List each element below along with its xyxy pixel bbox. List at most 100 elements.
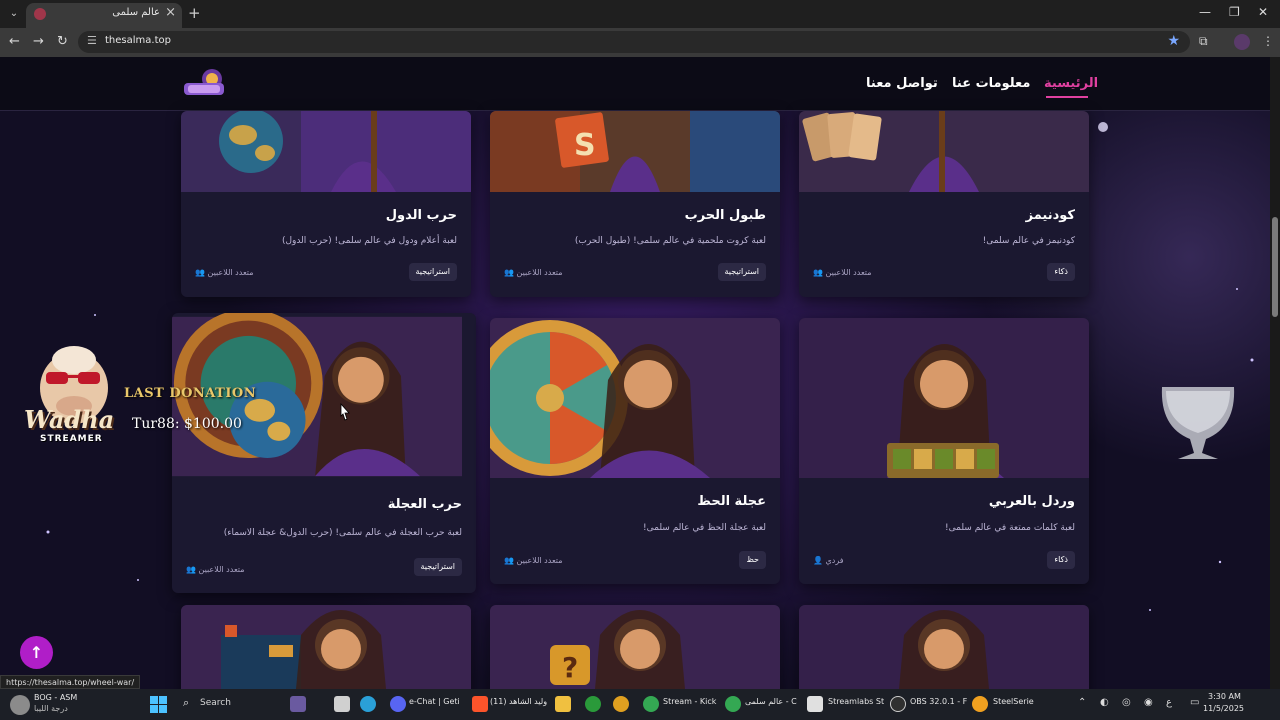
address-bar[interactable]: ☰ thesalma.top ★	[78, 31, 1190, 53]
chrome-icon[interactable]	[643, 696, 659, 712]
nav-home-link[interactable]: الرئيسية	[1044, 76, 1098, 91]
browser-toolbar: ← → ↻ ☰ thesalma.top ★ ⧉ ⋮	[0, 28, 1280, 57]
card-category-badge: حظ	[739, 551, 766, 569]
game-card-wheel-of-fortune[interactable]: عجلة الحظ لعبة عجلة الحظ في عالم سلمى! ح…	[490, 318, 780, 584]
obs-icon[interactable]	[890, 696, 906, 712]
taskbar-date[interactable]: 11/5/2025	[1203, 704, 1244, 713]
game-card-more[interactable]	[799, 605, 1089, 689]
chrome-icon-2[interactable]	[725, 696, 741, 712]
nav-contact-link[interactable]: تواصل معنا	[866, 76, 938, 91]
card-image: ?	[490, 605, 780, 689]
card-image: S	[490, 111, 780, 192]
taskbar-app-obs[interactable]: OBS 32.0.1 - F	[910, 697, 967, 706]
card-players-label: متعدد اللاعبين 👥	[186, 565, 245, 574]
card-title: حرب العجلة	[387, 497, 462, 512]
tray-volume-icon[interactable]: ◐	[1100, 697, 1109, 708]
last-donation-value: Tur88: $100.00	[132, 416, 242, 432]
streamer-logo-text: STREAMER	[40, 434, 103, 444]
site-header: الرئيسية معلومات عنا تواصل معنا	[0, 57, 1270, 111]
telegram-icon[interactable]	[360, 696, 376, 712]
game-card-wheel-war[interactable]: حرب العجلة لعبة حرب العجلة في عالم سلمى!…	[172, 313, 476, 593]
card-image	[799, 605, 1089, 689]
status-bar-url: https://thesalma.top/wheel-war/	[0, 675, 141, 689]
taskbar-app-streamlabs[interactable]: Streamlabs St	[828, 697, 884, 706]
card-title: حرب الدول	[385, 208, 457, 223]
reload-icon[interactable]: ↻	[57, 34, 68, 49]
windows-start-icon[interactable]	[150, 696, 167, 713]
card-description: لعبة حرب العجلة في عالم سلمى! (حرب الدول…	[223, 528, 462, 538]
url-text[interactable]: thesalma.top	[105, 35, 171, 46]
browser-tab-active[interactable]: عالم سلمى ×	[26, 3, 182, 28]
task-view-icon[interactable]	[334, 696, 350, 712]
discord-icon[interactable]	[390, 696, 406, 712]
maximize-icon[interactable]: ❐	[1229, 5, 1240, 19]
page-scrollbar[interactable]	[1270, 57, 1280, 689]
brave-icon[interactable]	[472, 696, 488, 712]
taskbar-time[interactable]: 3:30 AM	[1208, 692, 1241, 701]
forward-icon[interactable]: →	[33, 34, 44, 49]
game-card-question-box[interactable]: ?	[490, 605, 780, 689]
game-card-war-drums[interactable]: S طبول الحرب لعبة كروت ملحمية في عالم سل…	[490, 111, 780, 297]
back-icon[interactable]: ←	[9, 34, 20, 49]
xbox-icon[interactable]	[585, 696, 601, 712]
nav-about-link[interactable]: معلومات عنا	[952, 76, 1030, 91]
minimize-icon[interactable]: —	[1199, 5, 1211, 19]
users-icon: 👥	[813, 268, 823, 277]
game-card-arabic-wordle[interactable]: وردل بالعربي لعبة كلمات ممتعة في عالم سل…	[799, 318, 1089, 584]
arrow-up-icon: ↑	[29, 643, 44, 662]
card-image	[181, 605, 471, 689]
taskbar-search[interactable]: ⌕ Search	[180, 694, 280, 715]
profile-avatar[interactable]	[1234, 34, 1250, 50]
card-title: عجلة الحظ	[697, 494, 766, 509]
window-close-icon[interactable]: ✕	[1258, 5, 1268, 19]
search-label: Search	[200, 698, 231, 708]
new-tab-icon[interactable]: +	[188, 4, 201, 22]
game-card-countries-war[interactable]: حرب الدول لعبة أعلام ودول في عالم سلمى! …	[181, 111, 471, 297]
scrollbar-thumb[interactable]	[1272, 217, 1278, 317]
card-description: لعبة كلمات ممتعة في عالم سلمى!	[945, 523, 1075, 533]
card-title: وردل بالعربي	[988, 494, 1075, 509]
tray-network-icon[interactable]: ▭	[1190, 697, 1199, 708]
tray-app-icon-2[interactable]: ◉	[1144, 697, 1153, 708]
card-title: طبول الحرب	[684, 208, 766, 223]
card-description: كودنيمز في عالم سلمى!	[982, 236, 1075, 246]
taskbar-app-icon[interactable]	[613, 696, 629, 712]
tray-app-icon[interactable]: ◎	[1122, 697, 1131, 708]
tab-close-icon[interactable]: ×	[165, 5, 176, 20]
weather-icon[interactable]	[10, 695, 30, 715]
steelseries-icon[interactable]	[972, 696, 988, 712]
users-icon: 👥	[186, 565, 196, 574]
users-icon: 👥	[504, 556, 514, 565]
card-category-badge: استراتيجية	[408, 263, 457, 281]
taskbar-app-walid[interactable]: وليد الشاهد (11)	[490, 697, 547, 706]
bookmark-star-icon[interactable]: ★	[1167, 33, 1180, 49]
taskbar-app-salma[interactable]: عالم سلمى - C	[745, 697, 797, 706]
taskbar-app-chat[interactable]: e-Chat | Geti	[409, 697, 460, 706]
tray-chevron-icon[interactable]: ⌃	[1078, 697, 1086, 708]
taskbar-widget-icon[interactable]	[290, 696, 306, 712]
streamlabs-icon[interactable]	[807, 696, 823, 712]
card-category-badge: ذكاء	[1047, 263, 1075, 281]
tab-search-chevron-icon[interactable]: ⌄	[6, 6, 22, 22]
taskbar-app-kick[interactable]: Stream - Kick	[663, 697, 716, 706]
wadha-logo-text: Wadha	[24, 405, 115, 434]
file-explorer-icon[interactable]	[555, 696, 571, 712]
nav-active-underline	[1046, 96, 1088, 98]
weather-line-1[interactable]: BOG - ASM	[34, 693, 77, 702]
card-image	[799, 111, 1089, 192]
game-card-codenames[interactable]: كودنيمز كودنيمز في عالم سلمى! ذكاء متعدد…	[799, 111, 1089, 297]
mouse-cursor-icon	[340, 403, 350, 421]
weather-line-2[interactable]: درجة الليبا	[34, 704, 68, 713]
glass-overlay-icon	[1161, 387, 1235, 459]
scroll-to-top-button[interactable]: ↑	[20, 636, 53, 669]
site-logo[interactable]	[182, 65, 230, 101]
card-players-label: متعدد اللاعبين 👥	[504, 268, 563, 277]
extensions-icon[interactable]: ⧉	[1199, 34, 1208, 49]
card-category-badge: استراتيجية	[413, 558, 462, 576]
site-info-icon[interactable]: ☰	[87, 34, 97, 47]
tray-language-icon[interactable]: ع	[1166, 697, 1172, 708]
browser-menu-icon[interactable]: ⋮	[1262, 34, 1274, 48]
card-category-badge: ذكاء	[1047, 551, 1075, 569]
taskbar-app-steelseries[interactable]: SteelSerie	[993, 697, 1034, 706]
game-card-tetris[interactable]	[181, 605, 471, 689]
